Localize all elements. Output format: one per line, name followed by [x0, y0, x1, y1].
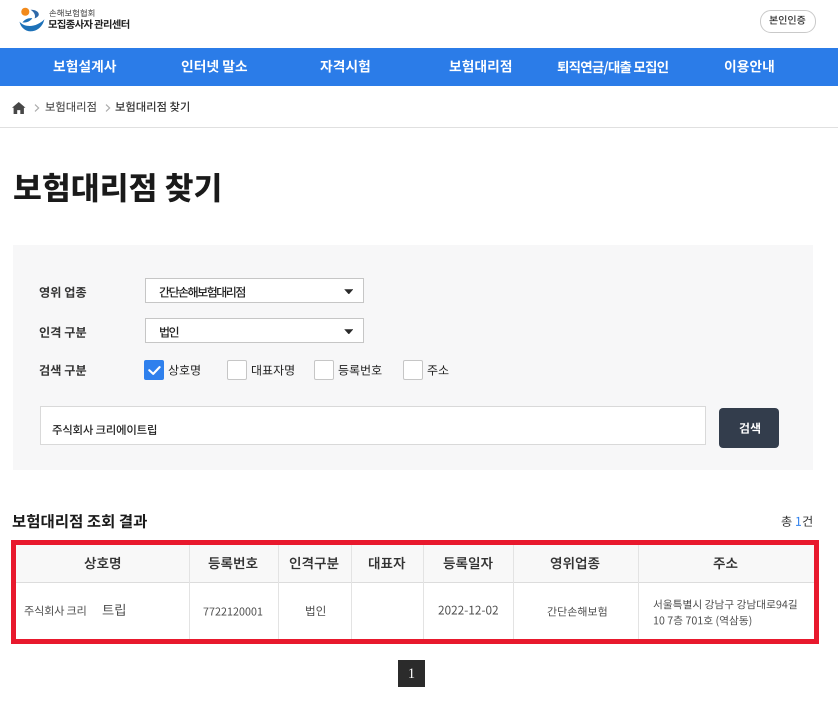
svg-text:1: 1 — [408, 666, 415, 682]
